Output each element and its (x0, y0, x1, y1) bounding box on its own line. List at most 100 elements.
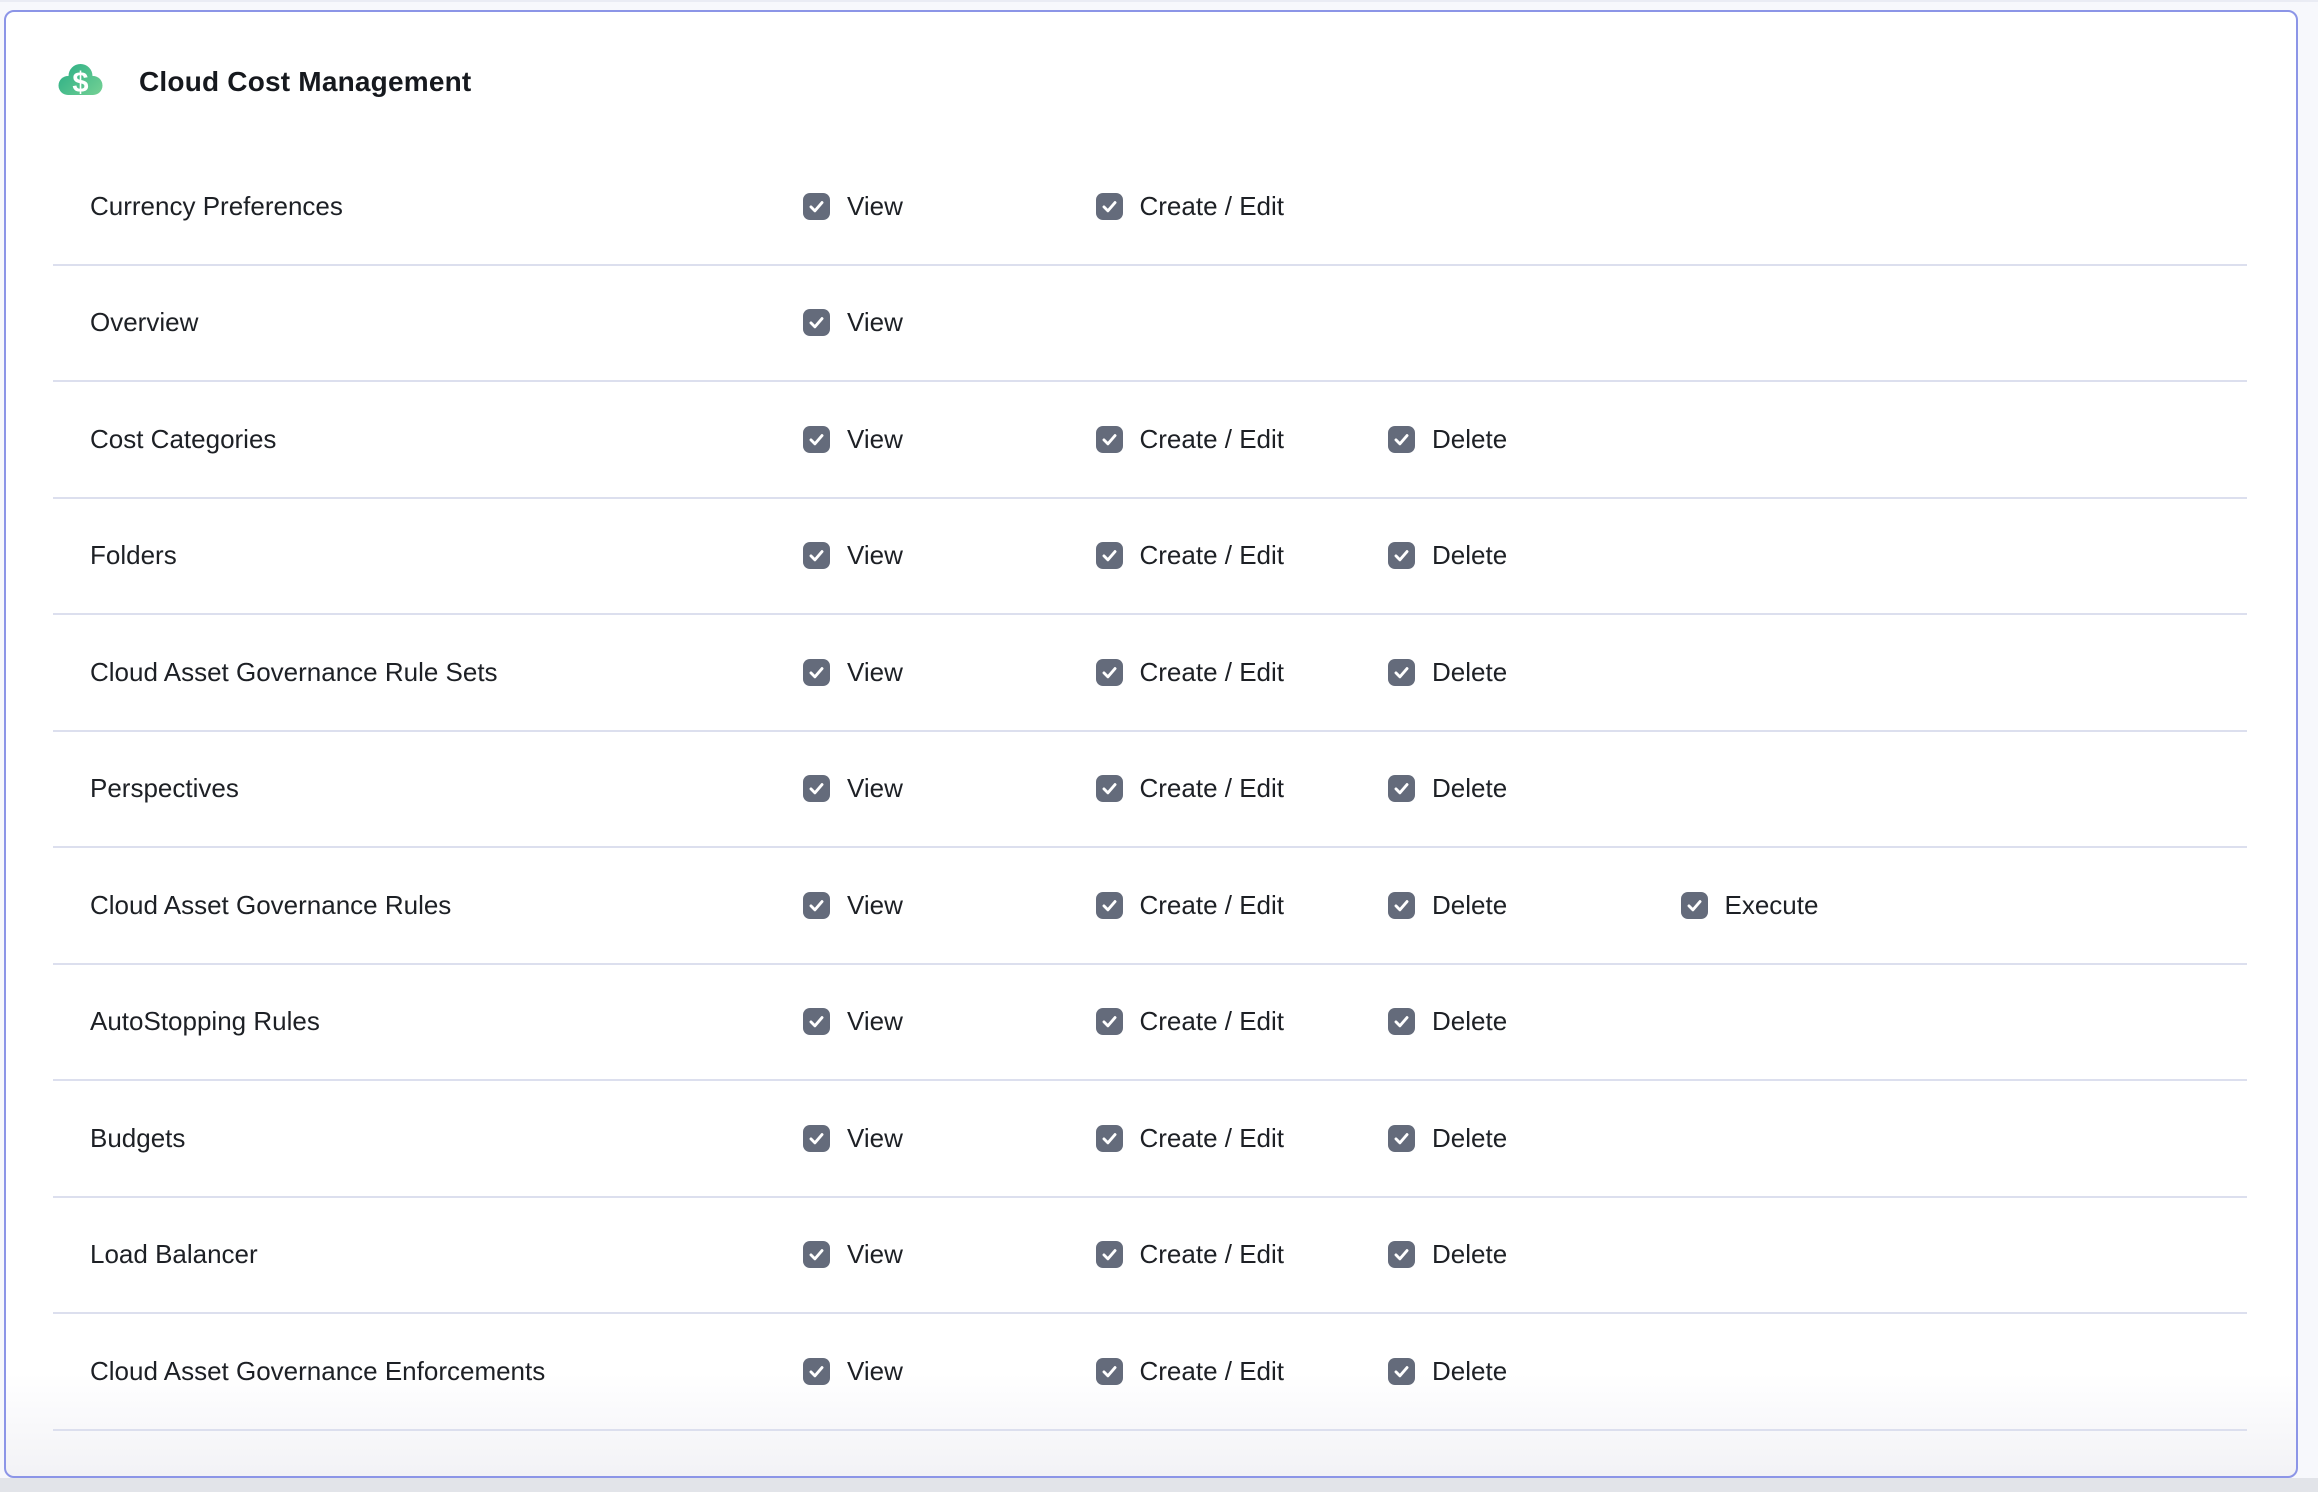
check-icon (1100, 1362, 1119, 1381)
check-icon (1100, 1129, 1119, 1148)
permission-checkbox[interactable] (1388, 659, 1415, 686)
permission-checkbox[interactable] (803, 1358, 830, 1385)
permission-cell: Delete (1388, 1239, 1681, 1270)
permission-label: Delete (1432, 540, 1507, 571)
row-label: Cloud Asset Governance Enforcements (53, 1356, 803, 1387)
check-icon (807, 430, 826, 449)
permissions-list: Currency Preferences View Create / Edit … (53, 149, 2247, 1431)
permission-checkbox[interactable] (803, 1125, 830, 1152)
check-icon (807, 313, 826, 332)
check-icon (807, 663, 826, 682)
permission-checkbox[interactable] (1096, 542, 1123, 569)
permission-cell: Create / Edit (1096, 424, 1389, 455)
row-label: Currency Preferences (53, 191, 803, 222)
permission-label: Delete (1432, 1006, 1507, 1037)
permission-label: Create / Edit (1140, 773, 1285, 804)
row-label: Perspectives (53, 773, 803, 804)
permission-checkbox[interactable] (1388, 1125, 1415, 1152)
permission-label: Delete (1432, 424, 1507, 455)
check-icon (1100, 1245, 1119, 1264)
permission-checkbox[interactable] (1096, 1241, 1123, 1268)
permission-row: Load Balancer View Create / Edit (53, 1198, 2247, 1315)
permission-cell: View (803, 307, 1096, 338)
permission-checkbox[interactable] (1096, 775, 1123, 802)
row-label: AutoStopping Rules (53, 1006, 803, 1037)
permission-row: Overview View (53, 266, 2247, 383)
check-icon (807, 197, 826, 216)
permission-cell: Create / Edit (1096, 540, 1389, 571)
permission-cell: Create / Edit (1096, 1356, 1389, 1387)
permission-checkbox[interactable] (803, 1241, 830, 1268)
permission-label: View (847, 191, 903, 222)
permission-checkbox[interactable] (1096, 193, 1123, 220)
permission-checkbox[interactable] (1388, 1008, 1415, 1035)
check-icon (1100, 779, 1119, 798)
check-icon (1100, 546, 1119, 565)
check-icon (807, 779, 826, 798)
permission-checkbox[interactable] (1096, 1008, 1123, 1035)
permission-checkbox[interactable] (1681, 892, 1708, 919)
permission-cell: View (803, 773, 1096, 804)
permission-checkbox[interactable] (1388, 1241, 1415, 1268)
permission-checkbox[interactable] (1096, 892, 1123, 919)
check-icon (1392, 1362, 1411, 1381)
check-icon (1392, 663, 1411, 682)
page-bottom-strip (0, 1478, 2318, 1492)
check-icon (1685, 896, 1704, 915)
permission-checkbox[interactable] (803, 775, 830, 802)
permission-checkbox[interactable] (1388, 542, 1415, 569)
permission-label: Delete (1432, 657, 1507, 688)
permission-checkbox[interactable] (803, 309, 830, 336)
permission-label: Create / Edit (1140, 424, 1285, 455)
check-icon (1392, 430, 1411, 449)
permission-checkbox[interactable] (803, 1008, 830, 1035)
permission-checkbox[interactable] (803, 659, 830, 686)
permission-cell: View (803, 657, 1096, 688)
permission-row: Budgets View Create / Edit D (53, 1081, 2247, 1198)
permission-cell: Delete (1388, 657, 1681, 688)
permission-cell: Delete (1388, 890, 1681, 921)
permission-label: View (847, 773, 903, 804)
permission-row: Cost Categories View Create / Edit (53, 382, 2247, 499)
check-icon (1100, 430, 1119, 449)
row-label: Folders (53, 540, 803, 571)
permission-checkbox[interactable] (1096, 1125, 1123, 1152)
permission-row: Folders View Create / Edit D (53, 499, 2247, 616)
check-icon (807, 1245, 826, 1264)
permission-cell: Create / Edit (1096, 1239, 1389, 1270)
permission-label: Delete (1432, 1356, 1507, 1387)
check-icon (807, 1129, 826, 1148)
permission-cell: Create / Edit (1096, 657, 1389, 688)
check-icon (807, 1012, 826, 1031)
permission-checkbox[interactable] (803, 542, 830, 569)
permission-label: View (847, 1356, 903, 1387)
permission-label: Create / Edit (1140, 1006, 1285, 1037)
row-label: Overview (53, 307, 803, 338)
permission-checkbox[interactable] (1096, 426, 1123, 453)
cloud-dollar-icon: $ (57, 60, 105, 104)
permission-cell: Create / Edit (1096, 1006, 1389, 1037)
permission-checkbox[interactable] (1388, 775, 1415, 802)
check-icon (1100, 663, 1119, 682)
permission-cell: Delete (1388, 540, 1681, 571)
permission-label: View (847, 657, 903, 688)
permission-checkbox[interactable] (1388, 1358, 1415, 1385)
permission-cell: Create / Edit (1096, 890, 1389, 921)
permission-checkbox[interactable] (803, 193, 830, 220)
permission-checkbox[interactable] (1096, 1358, 1123, 1385)
permission-row: Perspectives View Create / Edit (53, 732, 2247, 849)
check-icon (807, 1362, 826, 1381)
permission-checkbox[interactable] (803, 892, 830, 919)
row-label: Cloud Asset Governance Rules (53, 890, 803, 921)
check-icon (1100, 1012, 1119, 1031)
permission-label: Create / Edit (1140, 540, 1285, 571)
cloud-cost-management-permissions-card: $ Cloud Cost Management Currency Prefere… (4, 10, 2298, 1478)
permission-row: AutoStopping Rules View Create / Edit (53, 965, 2247, 1082)
row-label: Cloud Asset Governance Rule Sets (53, 657, 803, 688)
permission-checkbox[interactable] (1388, 892, 1415, 919)
permission-checkbox[interactable] (1096, 659, 1123, 686)
permission-cell: View (803, 1356, 1096, 1387)
permission-cell: Delete (1388, 424, 1681, 455)
permission-checkbox[interactable] (803, 426, 830, 453)
permission-checkbox[interactable] (1388, 426, 1415, 453)
